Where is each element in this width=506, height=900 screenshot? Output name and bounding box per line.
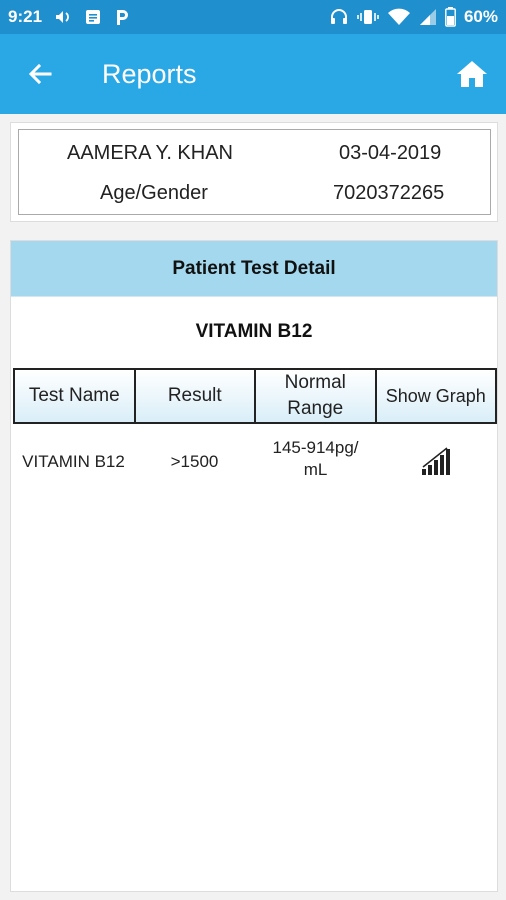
message-icon [84, 8, 102, 26]
cell-result: >1500 [170, 452, 219, 471]
table-header: Test Name Result Normal Range Show Graph [13, 368, 497, 424]
column-header-test-name: Test Name [13, 368, 136, 424]
patient-info-card: AAMERA Y. KHAN 03-04-2019 Age/Gender 702… [10, 122, 498, 222]
battery-icon [445, 7, 456, 27]
test-group-title: VITAMIN B12 [195, 321, 313, 342]
volume-icon [54, 8, 72, 26]
column-header-result: Result [133, 368, 256, 424]
patient-phone: 7020372265 [333, 182, 445, 204]
patient-info-box: AAMERA Y. KHAN 03-04-2019 Age/Gender 702… [18, 129, 491, 215]
report-date: 03-04-2019 [339, 142, 442, 164]
signal-icon [419, 8, 437, 26]
headset-icon [329, 8, 349, 26]
normal-range-value: 145-914pg/ mL [272, 438, 359, 479]
age-gender-label: Age/Gender [100, 182, 208, 204]
cell-normal-range: 145-914pg/ mL [255, 437, 376, 487]
status-time: 9:21 [8, 7, 43, 26]
paytm-icon [114, 8, 130, 26]
wifi-icon [387, 8, 411, 26]
test-detail-card: Patient Test Detail VITAMIN B12 Test Nam… [10, 240, 498, 892]
test-detail-title: Patient Test Detail [172, 257, 336, 279]
patient-name: AAMERA Y. KHAN [67, 142, 233, 164]
status-bar: 9:21 60% [0, 0, 506, 34]
arrow-left-icon[interactable] [22, 56, 58, 92]
bar-graph-icon[interactable] [417, 441, 457, 481]
column-header-normal-range: Normal Range [254, 368, 377, 424]
column-header-show-graph: Show Graph [374, 368, 497, 424]
test-detail-header: Patient Test Detail [11, 241, 497, 297]
cell-test-name: VITAMIN B12 [22, 452, 125, 471]
app-bar: Reports [0, 34, 506, 114]
cell-show-graph [376, 437, 497, 487]
table-row: VITAMIN B12 >1500 145-914pg/ mL [13, 437, 497, 487]
battery-percent: 60% [463, 7, 498, 26]
normal-range-header-text: Normal Range [284, 372, 346, 419]
vibrate-icon [357, 8, 379, 26]
page-title: Reports [102, 59, 197, 89]
home-icon[interactable] [452, 54, 492, 94]
